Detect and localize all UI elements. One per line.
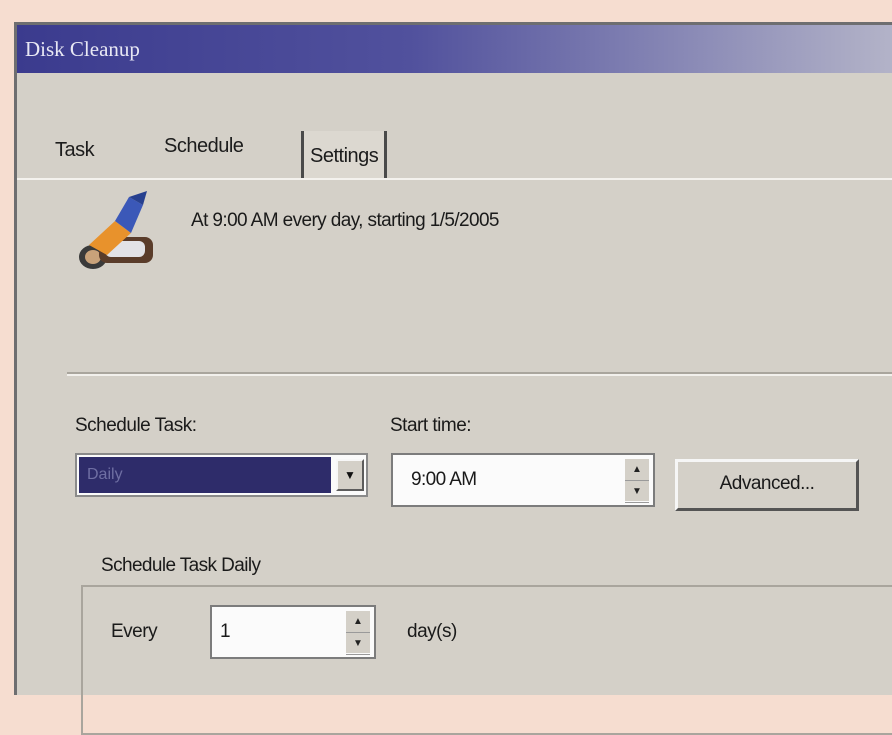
tab-task[interactable]: Task (55, 139, 95, 162)
spin-up-icon[interactable]: ▲ (346, 611, 370, 633)
tab-divider (17, 178, 892, 180)
start-time-value: 9:00 AM (411, 469, 477, 490)
spin-down-icon[interactable]: ▼ (346, 633, 370, 655)
start-time-label: Start time: (390, 415, 472, 436)
schedule-task-label: Schedule Task: (75, 415, 197, 436)
window-titlebar[interactable]: Disk Cleanup (17, 25, 892, 73)
scheduled-task-icon (79, 191, 153, 269)
start-time-spinner[interactable]: ▲ ▼ (625, 459, 649, 503)
every-days-value: 1 (220, 621, 231, 642)
days-label: day(s) (407, 621, 457, 642)
every-days-spinner[interactable]: ▲ ▼ (346, 611, 370, 655)
tab-schedule[interactable]: Schedule (164, 135, 244, 158)
every-days-field[interactable]: 1 ▲ ▼ (210, 605, 376, 659)
schedule-summary: At 9:00 AM every day, starting 1/5/2005 (191, 210, 499, 231)
spin-down-icon[interactable]: ▼ (625, 481, 649, 503)
spin-up-icon[interactable]: ▲ (625, 459, 649, 481)
schedule-daily-groupbox (81, 585, 892, 735)
chevron-down-icon[interactable]: ▼ (336, 459, 364, 491)
start-time-field[interactable]: 9:00 AM ▲ ▼ (391, 453, 655, 507)
advanced-button[interactable]: Advanced... (675, 459, 859, 511)
tab-strip: Task Schedule Settings (17, 73, 892, 180)
disk-cleanup-window: Disk Cleanup Task Schedule Settings At 9… (14, 22, 892, 735)
tab-settings[interactable]: Settings (301, 131, 388, 179)
schedule-task-dropdown[interactable]: Daily ▼ (75, 453, 368, 497)
schedule-task-selected: Daily (79, 457, 331, 493)
every-label: Every (111, 621, 158, 642)
window-title: Disk Cleanup (25, 37, 140, 61)
groupbox-title: Schedule Task Daily (97, 555, 265, 577)
separator-line (67, 372, 892, 376)
